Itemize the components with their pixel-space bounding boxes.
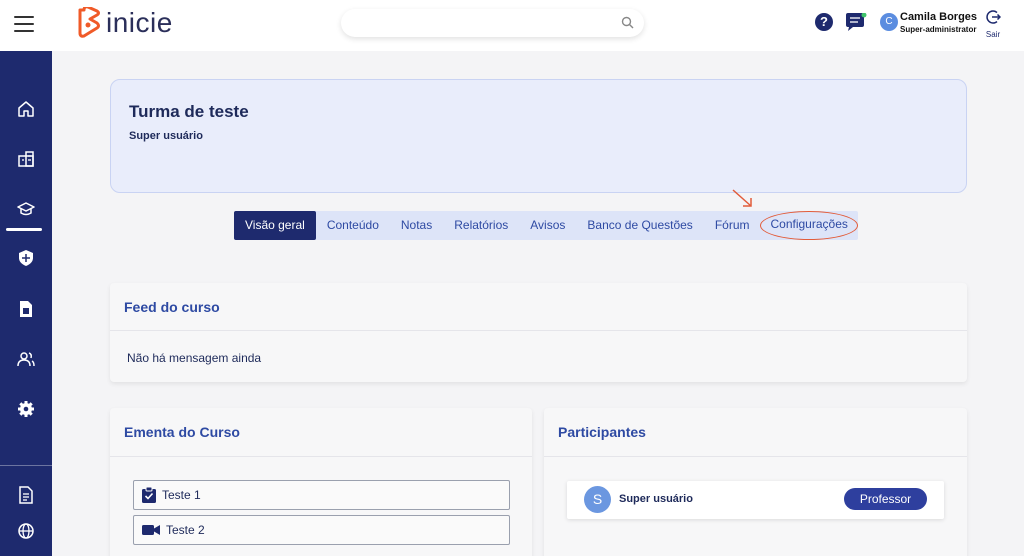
divider: [110, 330, 967, 331]
sidebar-divider: [0, 465, 52, 466]
lesson-label: Teste 2: [166, 523, 205, 537]
chat-icon[interactable]: [845, 13, 867, 33]
logo-icon: [78, 7, 100, 38]
annotation-arrow: [732, 189, 752, 207]
divider: [544, 456, 967, 457]
logo[interactable]: inicie: [76, 7, 173, 39]
participants-card: Participantes S Super usuário Professor: [544, 408, 967, 556]
participants-title: Participantes: [558, 424, 646, 440]
class-title: Turma de teste: [129, 102, 249, 121]
tab-configuracoes[interactable]: Configurações: [760, 211, 858, 240]
logo-text: inicie: [106, 7, 173, 38]
search-icon: [621, 16, 634, 29]
tab-banco-de-questoes[interactable]: Banco de Questões: [576, 211, 703, 240]
logout-icon: [986, 10, 1002, 24]
ementa-title: Ementa do Curso: [124, 424, 240, 440]
logout-button[interactable]: Sair: [982, 9, 1004, 39]
search-input[interactable]: [341, 9, 644, 37]
participant-row[interactable]: S Super usuário Professor: [567, 481, 944, 519]
lesson-label: Teste 1: [162, 488, 201, 502]
menu-icon[interactable]: [14, 16, 34, 32]
ementa-card: Ementa do Curso Teste 1 Teste 2: [110, 408, 532, 556]
tab-visao-geral[interactable]: Visão geral: [234, 211, 316, 240]
tab-forum[interactable]: Fórum: [704, 211, 761, 240]
help-icon[interactable]: ?: [815, 13, 833, 31]
active-indicator: [6, 228, 42, 231]
feed-title: Feed do curso: [124, 299, 220, 315]
class-subtitle: Super usuário: [129, 130, 203, 142]
tab-relatorios[interactable]: Relatórios: [443, 211, 519, 240]
divider: [110, 456, 532, 457]
top-bar: inicie ? C Camila Borges Super-administr…: [0, 0, 1024, 51]
lesson-item[interactable]: Teste 2: [133, 515, 510, 545]
checklist-icon: [142, 487, 156, 503]
building-icon[interactable]: [15, 148, 37, 170]
gear-icon[interactable]: [15, 398, 37, 420]
shield-icon[interactable]: [15, 247, 37, 269]
video-icon: [142, 525, 160, 535]
users-icon[interactable]: [15, 348, 37, 370]
tab-notas[interactable]: Notas: [390, 211, 443, 240]
class-header-card: Turma de teste Super usuário: [110, 79, 967, 193]
graduation-cap-icon[interactable]: [15, 198, 37, 220]
role-badge: Professor: [844, 488, 927, 510]
tab-conteudo[interactable]: Conteúdo: [316, 211, 390, 240]
course-tabs: Visão geral Conteúdo Notas Relatórios Av…: [234, 211, 858, 240]
logout-label: Sair: [985, 30, 1001, 39]
feed-card: Feed do curso Não há mensagem ainda: [110, 283, 967, 382]
home-icon[interactable]: [15, 98, 37, 120]
avatar[interactable]: C: [880, 13, 898, 31]
lesson-item[interactable]: Teste 1: [133, 480, 510, 510]
sidebar: [0, 51, 52, 556]
feed-empty-message: Não há mensagem ainda: [127, 351, 262, 365]
user-name: Camila Borges: [900, 11, 978, 23]
participant-name: Super usuário: [619, 493, 693, 505]
document-icon[interactable]: [15, 298, 37, 320]
avatar: S: [584, 486, 611, 513]
user-role: Super-administrator: [900, 25, 977, 34]
globe-icon[interactable]: [15, 520, 37, 542]
tab-avisos[interactable]: Avisos: [519, 211, 576, 240]
report-icon[interactable]: [15, 484, 37, 506]
